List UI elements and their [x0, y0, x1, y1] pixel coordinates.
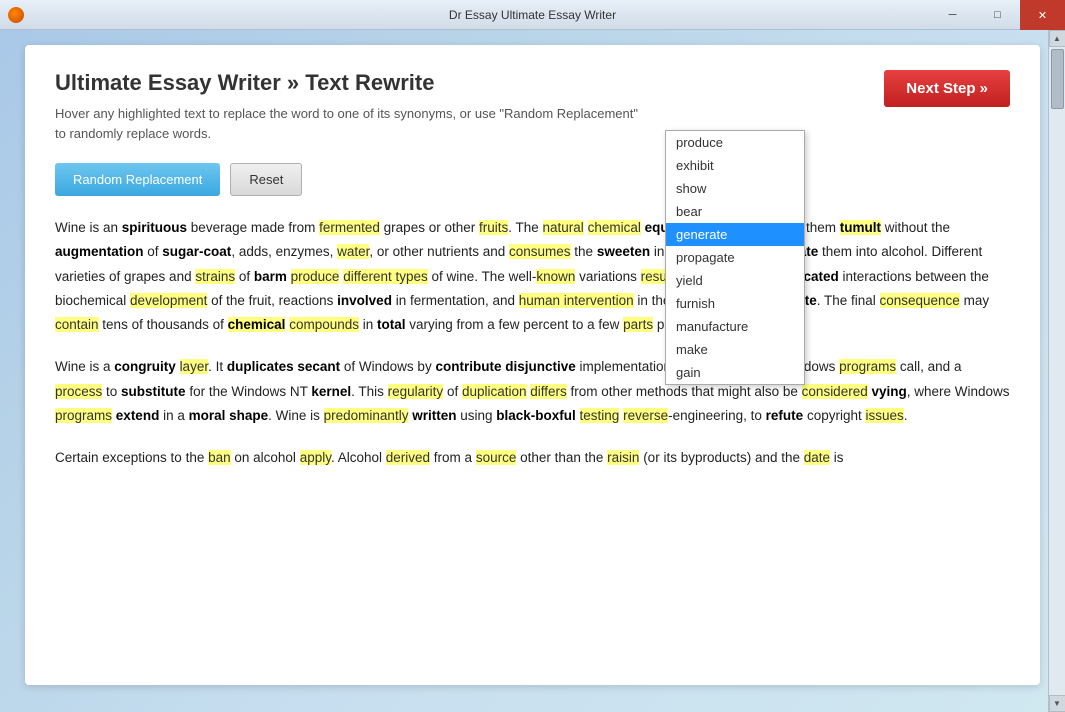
word-written[interactable]: written — [412, 408, 456, 423]
dropdown-item-furnish[interactable]: furnish — [666, 292, 804, 315]
word-date[interactable]: date — [804, 450, 830, 465]
word-involved[interactable]: involved — [337, 293, 392, 308]
word-sweeten[interactable]: sweeten — [597, 244, 650, 259]
word-testing[interactable]: testing — [580, 408, 620, 423]
word-spirituous[interactable]: spirituous — [122, 220, 187, 235]
word-issues[interactable]: issues — [865, 408, 903, 423]
dropdown-item-generate[interactable]: generate — [666, 223, 804, 246]
scroll-down-arrow[interactable]: ▼ — [1049, 695, 1065, 712]
word-consumes[interactable]: consumes — [509, 244, 571, 259]
dropdown-item-produce[interactable]: produce — [666, 131, 804, 154]
word-moral-shape[interactable]: moral shape — [189, 408, 269, 423]
word-compounds[interactable]: compounds — [289, 317, 359, 332]
word-produce[interactable]: produce — [291, 269, 340, 284]
word-chemical-compounds[interactable]: chemical — [228, 317, 286, 332]
word-contain[interactable]: contain — [55, 317, 99, 332]
action-buttons: Random Replacement Reset — [55, 163, 1010, 196]
next-step-button[interactable]: Next Step » — [884, 70, 1010, 107]
word-augmentation[interactable]: augmentation — [55, 244, 144, 259]
dropdown-item-make[interactable]: make — [666, 338, 804, 361]
paragraph-3: Certain exceptions to the ban on alcohol… — [55, 446, 1010, 470]
paragraph-1: Wine is an spirituous beverage made from… — [55, 216, 1010, 337]
scroll-up-arrow[interactable]: ▲ — [1049, 30, 1065, 47]
word-congruity[interactable]: congruity — [114, 359, 176, 374]
word-source[interactable]: source — [476, 450, 517, 465]
page-title: Ultimate Essay Writer » Text Rewrite — [55, 70, 1010, 96]
word-barm[interactable]: barm — [254, 269, 287, 284]
word-apply[interactable]: apply — [300, 450, 331, 465]
word-sugarcoat[interactable]: sugar-coat — [162, 244, 231, 259]
word-known[interactable]: known — [536, 269, 575, 284]
close-button[interactable]: ✕ — [1020, 0, 1065, 30]
word-derived[interactable]: derived — [386, 450, 430, 465]
word-raisin[interactable]: raisin — [607, 450, 639, 465]
window-controls: ─ □ ✕ — [930, 0, 1065, 30]
word-extend[interactable]: extend — [116, 408, 160, 423]
word-considered[interactable]: considered — [802, 384, 868, 399]
word-parts[interactable]: parts — [623, 317, 653, 332]
window-title: Dr Essay Ultimate Essay Writer — [449, 8, 616, 22]
minimize-button[interactable]: ─ — [930, 0, 975, 30]
word-strains[interactable]: strains — [195, 269, 235, 284]
word-vying[interactable]: vying — [871, 384, 906, 399]
scrollbar-thumb[interactable] — [1051, 49, 1064, 109]
word-chemical[interactable]: chemical — [588, 220, 641, 235]
word-layer[interactable]: layer — [180, 359, 209, 374]
word-ban[interactable]: ban — [208, 450, 231, 465]
word-natural[interactable]: natural — [543, 220, 584, 235]
dropdown-item-yield[interactable]: yield — [666, 269, 804, 292]
word-human-intervention[interactable]: human intervention — [519, 293, 634, 308]
word-fermented[interactable]: fermented — [319, 220, 380, 235]
scrollbar-track: ▲ ▼ — [1048, 30, 1065, 712]
word-black-boxful[interactable]: black-boxful — [496, 408, 576, 423]
word-kernel[interactable]: kernel — [311, 384, 351, 399]
dropdown-item-propagate[interactable]: propagate — [666, 246, 804, 269]
page-subtitle: Hover any highlighted text to replace th… — [55, 104, 1010, 143]
word-contribute-disjunctive[interactable]: contribute disjunctive — [435, 359, 575, 374]
app-icon — [8, 7, 24, 23]
word-refute[interactable]: refute — [766, 408, 804, 423]
word-duplicates-secant[interactable]: duplicates secant — [227, 359, 340, 374]
synonym-dropdown[interactable]: produce exhibit show bear generate propa… — [665, 130, 805, 385]
dropdown-item-show[interactable]: show — [666, 177, 804, 200]
word-process[interactable]: process — [55, 384, 102, 399]
word-tumult[interactable]: tumult — [840, 220, 881, 235]
dropdown-item-exhibit[interactable]: exhibit — [666, 154, 804, 177]
word-consequence[interactable]: consequence — [880, 293, 960, 308]
word-total[interactable]: total — [377, 317, 406, 332]
word-programs2[interactable]: programs — [55, 408, 112, 423]
essay-content: Wine is an spirituous beverage made from… — [55, 216, 1010, 471]
word-water[interactable]: water — [337, 244, 369, 259]
title-bar: Dr Essay Ultimate Essay Writer ─ □ ✕ — [0, 0, 1065, 30]
word-predominantly[interactable]: predominantly — [324, 408, 409, 423]
word-different-types[interactable]: different types — [343, 269, 428, 284]
main-content: Ultimate Essay Writer » Text Rewrite Hov… — [25, 45, 1040, 685]
word-regularity[interactable]: regularity — [388, 384, 444, 399]
restore-button[interactable]: □ — [975, 0, 1020, 30]
word-duplication[interactable]: duplication — [462, 384, 527, 399]
word-reverse[interactable]: reverse — [623, 408, 668, 423]
reset-button[interactable]: Reset — [230, 163, 302, 196]
word-substitute[interactable]: substitute — [121, 384, 186, 399]
word-programs[interactable]: programs — [839, 359, 896, 374]
dropdown-item-gain[interactable]: gain — [666, 361, 804, 384]
paragraph-2: Wine is a congruity layer. It duplicates… — [55, 355, 1010, 428]
dropdown-item-manufacture[interactable]: manufacture — [666, 315, 804, 338]
dropdown-item-bear[interactable]: bear — [666, 200, 804, 223]
word-development[interactable]: development — [130, 293, 207, 308]
random-replacement-button[interactable]: Random Replacement — [55, 163, 220, 196]
word-fruits[interactable]: fruits — [479, 220, 508, 235]
word-differs[interactable]: differs — [530, 384, 567, 399]
